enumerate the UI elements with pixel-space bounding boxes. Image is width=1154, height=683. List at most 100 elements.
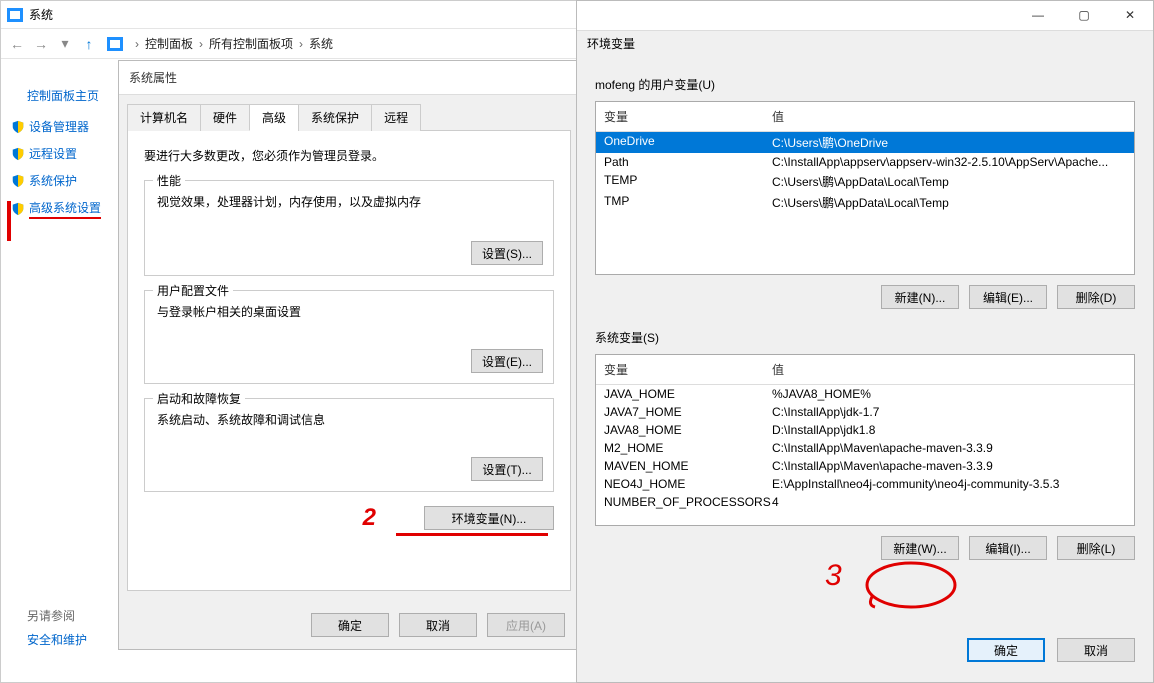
user-new-button[interactable]: 新建(N)... bbox=[881, 285, 959, 309]
table-row[interactable]: PathC:\InstallApp\appserv\appserv-win32-… bbox=[596, 153, 1134, 171]
minimize-button[interactable]: — bbox=[1015, 1, 1061, 29]
user-delete-button[interactable]: 删除(D) bbox=[1057, 285, 1135, 309]
dialog-title: 环境变量 bbox=[577, 31, 1153, 56]
user-profile-group: 用户配置文件 与登录帐户相关的桌面设置 设置(E)... bbox=[144, 290, 554, 384]
recent-menu[interactable]: ▾ bbox=[53, 32, 77, 56]
sidebar-item-device-manager[interactable]: 设备管理器 bbox=[11, 118, 103, 135]
table-row[interactable]: TMPC:\Users\鹏\AppData\Local\Temp bbox=[596, 192, 1134, 213]
tab-hardware[interactable]: 硬件 bbox=[200, 104, 250, 131]
col-header-variable[interactable]: 变量 bbox=[596, 359, 764, 380]
shield-icon bbox=[11, 147, 25, 161]
environment-variables-button[interactable]: 环境变量(N)... bbox=[424, 506, 554, 530]
var-name: MAVEN_HOME bbox=[596, 457, 764, 475]
var-name: NEO4J_HOME bbox=[596, 475, 764, 493]
var-value: C:\InstallApp\Maven\apache-maven-3.3.9 bbox=[764, 457, 1134, 475]
table-row[interactable]: M2_HOMEC:\InstallApp\Maven\apache-maven-… bbox=[596, 439, 1134, 457]
table-row[interactable]: OneDriveC:\Users\鹏\OneDrive bbox=[596, 132, 1134, 153]
sys-new-button[interactable]: 新建(W)... bbox=[881, 536, 959, 560]
ok-button[interactable]: 确定 bbox=[967, 638, 1045, 662]
env-body: mofeng 的用户变量(U) 变量 值 OneDriveC:\Users\鹏\… bbox=[577, 56, 1153, 574]
cancel-button[interactable]: 取消 bbox=[399, 613, 477, 637]
computer-icon bbox=[7, 8, 23, 22]
sys-edit-button[interactable]: 编辑(I)... bbox=[969, 536, 1047, 560]
var-value: C:\InstallApp\jdk-1.7 bbox=[764, 403, 1134, 421]
dialog-title: 系统属性 bbox=[119, 61, 579, 95]
apply-button[interactable]: 应用(A) bbox=[487, 613, 565, 637]
startup-recovery-group: 启动和故障恢复 系统启动、系统故障和调试信息 设置(T)... bbox=[144, 398, 554, 492]
var-value: 4 bbox=[764, 493, 1134, 511]
table-row[interactable]: MAVEN_HOMEC:\InstallApp\Maven\apache-mav… bbox=[596, 457, 1134, 475]
sidebar-item-remote-settings[interactable]: 远程设置 bbox=[11, 145, 103, 162]
see-also-section: 另请参阅 安全和维护 bbox=[27, 604, 87, 652]
up-button[interactable]: ↑ bbox=[77, 32, 101, 56]
computer-icon bbox=[107, 37, 123, 51]
back-button[interactable]: ← bbox=[5, 32, 29, 56]
list-header: 变量 值 bbox=[596, 102, 1134, 132]
startup-settings-button[interactable]: 设置(T)... bbox=[471, 457, 543, 481]
var-value: D:\InstallApp\jdk1.8 bbox=[764, 421, 1134, 439]
list-header: 变量 值 bbox=[596, 355, 1134, 385]
var-name: JAVA7_HOME bbox=[596, 403, 764, 421]
see-also-title: 另请参阅 bbox=[27, 604, 87, 628]
table-row[interactable]: JAVA7_HOMEC:\InstallApp\jdk-1.7 bbox=[596, 403, 1134, 421]
navigation-bar: ← → ▾ ↑ › 控制面板 › 所有控制面板项 › 系统 bbox=[1, 29, 579, 59]
sidebar-item-advanced-system-settings[interactable]: 高级系统设置 bbox=[11, 199, 103, 219]
tab-system-protection[interactable]: 系统保护 bbox=[298, 104, 372, 131]
var-value: C:\InstallApp\Maven\apache-maven-3.3.9 bbox=[764, 439, 1134, 457]
breadcrumb-item[interactable]: 所有控制面板项 bbox=[209, 35, 293, 52]
sys-delete-button[interactable]: 删除(L) bbox=[1057, 536, 1135, 560]
system-titlebar: 系统 bbox=[1, 1, 579, 29]
sidebar-item-system-protection[interactable]: 系统保护 bbox=[11, 172, 103, 189]
env-titlebar: — ▢ ✕ bbox=[577, 1, 1153, 31]
var-value: C:\InstallApp\appserv\appserv-win32-2.5.… bbox=[764, 153, 1134, 171]
group-desc: 视觉效果，处理器计划，内存使用，以及虚拟内存 bbox=[157, 193, 541, 210]
requires-admin-text: 要进行大多数更改，您必须作为管理员登录。 bbox=[144, 147, 554, 164]
cancel-button[interactable]: 取消 bbox=[1057, 638, 1135, 662]
table-row[interactable]: TEMPC:\Users\鹏\AppData\Local\Temp bbox=[596, 171, 1134, 192]
user-edit-button[interactable]: 编辑(E)... bbox=[969, 285, 1047, 309]
sys-vars-label: 系统变量(S) bbox=[595, 329, 1135, 346]
shield-icon bbox=[11, 174, 25, 188]
var-value: %JAVA8_HOME% bbox=[764, 385, 1134, 403]
breadcrumb-item[interactable]: 系统 bbox=[309, 35, 333, 52]
table-row[interactable]: JAVA_HOME%JAVA8_HOME% bbox=[596, 385, 1134, 403]
tab-computer-name[interactable]: 计算机名 bbox=[127, 104, 201, 131]
var-name: Path bbox=[596, 153, 764, 171]
breadcrumb-item[interactable]: 控制面板 bbox=[145, 35, 193, 52]
annotation-1 bbox=[7, 201, 19, 241]
security-maintenance-link[interactable]: 安全和维护 bbox=[27, 628, 87, 652]
control-panel-home-link[interactable]: 控制面板主页 bbox=[27, 87, 103, 104]
annotation-3: 3 bbox=[825, 559, 842, 593]
table-row[interactable]: JAVA8_HOMED:\InstallApp\jdk1.8 bbox=[596, 421, 1134, 439]
col-header-value[interactable]: 值 bbox=[764, 106, 1134, 127]
profile-settings-button[interactable]: 设置(E)... bbox=[471, 349, 543, 373]
var-name: JAVA8_HOME bbox=[596, 421, 764, 439]
col-header-value[interactable]: 值 bbox=[764, 359, 1134, 380]
var-name: TEMP bbox=[596, 171, 764, 192]
var-name: JAVA_HOME bbox=[596, 385, 764, 403]
sidebar-item-label: 高级系统设置 bbox=[29, 199, 101, 219]
col-header-variable[interactable]: 变量 bbox=[596, 106, 764, 127]
close-button[interactable]: ✕ bbox=[1107, 1, 1153, 29]
env-var-button-row: 环境变量(N)... 2 bbox=[144, 506, 554, 530]
var-value: C:\Users\鹏\AppData\Local\Temp bbox=[764, 192, 1134, 213]
tab-advanced[interactable]: 高级 bbox=[249, 104, 299, 131]
performance-settings-button[interactable]: 设置(S)... bbox=[471, 241, 543, 265]
table-row[interactable]: NEO4J_HOMEE:\AppInstall\neo4j-community\… bbox=[596, 475, 1134, 493]
ok-button[interactable]: 确定 bbox=[311, 613, 389, 637]
sidebar-item-label: 设备管理器 bbox=[29, 118, 89, 135]
tab-remote[interactable]: 远程 bbox=[371, 104, 421, 131]
forward-button[interactable]: → bbox=[29, 32, 53, 56]
tab-content-advanced: 要进行大多数更改，您必须作为管理员登录。 性能 视觉效果，处理器计划，内存使用，… bbox=[127, 131, 571, 591]
table-row[interactable]: NUMBER_OF_PROCESSORS4 bbox=[596, 493, 1134, 511]
window-controls: — ▢ ✕ bbox=[1015, 1, 1153, 29]
system-properties-dialog: 系统属性 计算机名 硬件 高级 系统保护 远程 要进行大多数更改，您必须作为管理… bbox=[118, 60, 580, 650]
var-name: OneDrive bbox=[596, 132, 764, 153]
maximize-button[interactable]: ▢ bbox=[1061, 1, 1107, 29]
user-vars-list[interactable]: 变量 值 OneDriveC:\Users\鹏\OneDrivePathC:\I… bbox=[595, 101, 1135, 275]
sys-vars-button-row: 新建(W)... 编辑(I)... 删除(L) bbox=[595, 536, 1135, 560]
sidebar-item-label: 系统保护 bbox=[29, 172, 77, 189]
breadcrumb[interactable]: › 控制面板 › 所有控制面板项 › 系统 bbox=[135, 35, 333, 52]
sys-vars-list[interactable]: 变量 值 JAVA_HOME%JAVA8_HOME%JAVA7_HOMEC:\I… bbox=[595, 354, 1135, 526]
user-vars-button-row: 新建(N)... 编辑(E)... 删除(D) bbox=[595, 285, 1135, 309]
